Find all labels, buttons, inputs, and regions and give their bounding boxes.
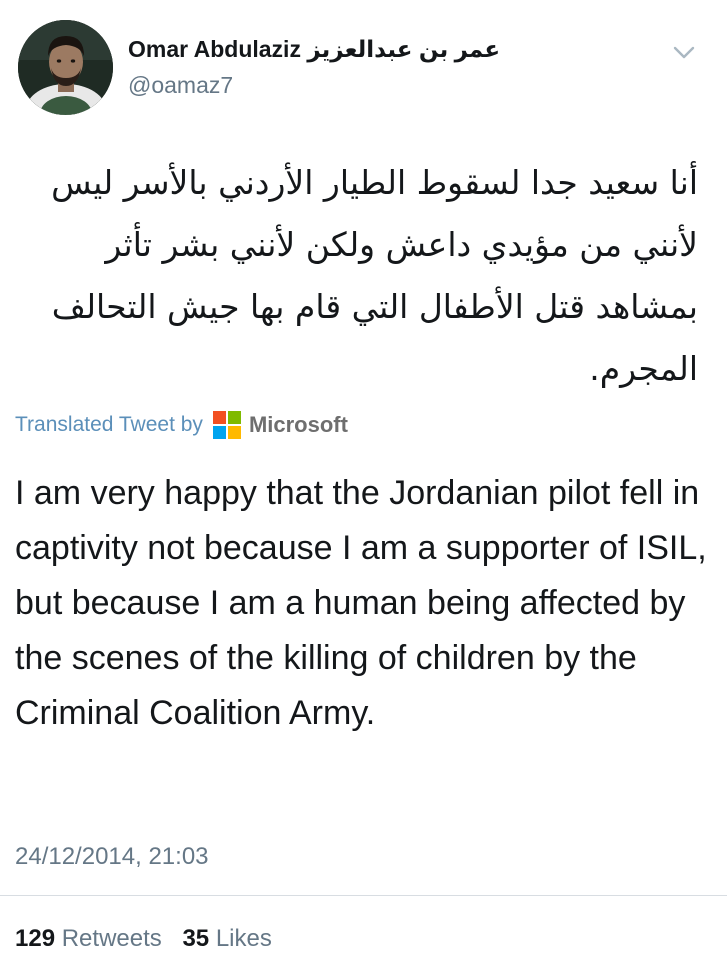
translated-by-link[interactable]: Translated Tweet by (15, 413, 203, 437)
user-handle[interactable]: @oamaz7 (128, 72, 233, 99)
retweets-label[interactable]: Retweets (62, 925, 162, 952)
translator-name: Microsoft (248, 412, 348, 437)
tweet-text-original: أنا سعيد جدا لسقوط الطيار الأردني بالأسر… (51, 163, 698, 388)
retweets-count[interactable]: 129 (15, 925, 55, 952)
translation-attribution: Translated Tweet by Microsoft (15, 410, 348, 440)
divider (0, 895, 727, 896)
tweet-stats: 129 Retweets 35 Likes (15, 925, 286, 953)
likes-label[interactable]: Likes (216, 925, 272, 952)
likes-count[interactable]: 35 (182, 925, 209, 952)
microsoft-logo-icon (212, 411, 241, 439)
profile-avatar[interactable] (18, 20, 113, 115)
tweet-timestamp[interactable]: 24/12/2014, 21:03 (15, 843, 209, 871)
tweet-card: Omar Abdulaziz عمر بن عبدالعزيز @oamaz7 … (0, 0, 727, 977)
avatar-image (18, 20, 113, 115)
display-name[interactable]: Omar Abdulaziz عمر بن عبدالعزيز (128, 36, 500, 63)
chevron-down-icon[interactable] (670, 40, 698, 64)
tweet-text-translation: I am very happy that the Jordanian pilot… (15, 474, 707, 732)
